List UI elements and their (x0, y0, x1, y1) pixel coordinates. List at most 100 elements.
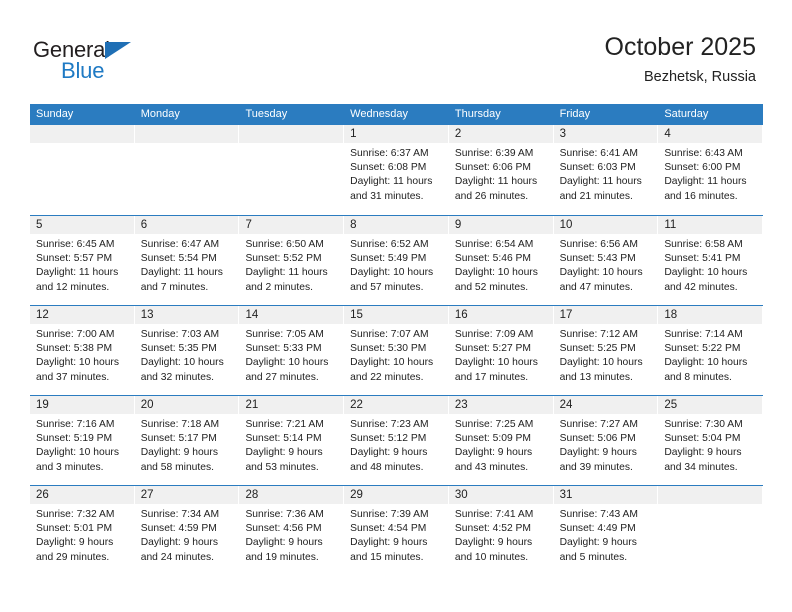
day-number: 2 (454, 128, 462, 140)
day-number: 10 (559, 219, 573, 231)
daylight-text-line1: Daylight: 11 hours (140, 267, 223, 279)
day-details: Sunrise: 6:52 AM Sunset: 5:49 PM Daylight:… (344, 234, 449, 295)
day-details: Sunrise: 7:00 AM Sunset: 5:38 PM Daylight:… (30, 324, 135, 385)
sunset-text: Sunset: 6:08 PM (350, 162, 427, 174)
daylight-text-line1: Daylight: 10 hours (559, 357, 643, 369)
day-cell[interactable]: 27 Sunrise: 7:34 AM Sunset: 4:59 PM Dayligh… (134, 486, 240, 575)
daylight-text-line2: and 52 minutes. (454, 281, 529, 293)
day-cell[interactable]: 21 Sunrise: 7:21 AM Sunset: 5:14 PM Dayligh… (239, 396, 345, 485)
day-number: 6 (140, 219, 148, 231)
day-cell[interactable]: 3 Sunrise: 6:41 AM Sunset: 6:03 PM Daylight… (553, 125, 659, 215)
day-number: 22 (350, 399, 363, 411)
day-number-band: 1 (344, 125, 448, 143)
day-number: 1 (350, 128, 357, 140)
page-title: October 2025 (604, 33, 757, 61)
daylight-text-line2: and 12 minutes. (36, 281, 110, 293)
sunset-text: Sunset: 6:06 PM (454, 162, 532, 174)
day-cell[interactable]: 5 Sunrise: 6:45 AM Sunset: 5:57 PM Daylight… (30, 216, 135, 305)
day-details: Sunrise: 7:12 AM Sunset: 5:25 PM Daylight:… (554, 324, 659, 385)
daylight-text-line1: Daylight: 11 hours (559, 176, 642, 188)
day-number: 19 (36, 399, 49, 411)
daylight-text-line2: and 22 minutes. (350, 371, 424, 383)
day-cell-empty (30, 125, 135, 215)
sunset-text: Sunset: 5:52 PM (245, 253, 322, 265)
daylight-text-line1: Daylight: 10 hours (36, 447, 119, 459)
day-number-band: 28 (239, 486, 344, 504)
day-cell[interactable]: 19 Sunrise: 7:16 AM Sunset: 5:19 PM Dayligh… (30, 396, 135, 485)
day-cell[interactable]: 29 Sunrise: 7:39 AM Sunset: 4:54 PM Dayligh… (344, 486, 449, 575)
day-number: 11 (664, 219, 677, 231)
day-cell[interactable]: 23 Sunrise: 7:25 AM Sunset: 5:09 PM Dayligh… (448, 396, 554, 485)
day-cell[interactable]: 15 Sunrise: 7:07 AM Sunset: 5:30 PM Dayligh… (344, 306, 449, 395)
day-cell[interactable]: 18 Sunrise: 7:14 AM Sunset: 5:22 PM Dayligh… (658, 306, 764, 395)
daylight-text-line2: and 42 minutes. (664, 281, 738, 293)
day-number: 25 (664, 399, 678, 411)
day-cell[interactable]: 25 Sunrise: 7:30 AM Sunset: 5:04 PM Dayligh… (658, 396, 764, 485)
day-cell[interactable]: 30 Sunrise: 7:41 AM Sunset: 4:52 PM Dayligh… (448, 486, 554, 575)
sunrise-text: Sunrise: 7:05 AM (245, 329, 324, 340)
day-cell[interactable]: 31 Sunrise: 7:43 AM Sunset: 4:49 PM Dayligh… (553, 486, 659, 575)
day-number-band: 31 (553, 486, 658, 504)
sunset-text: Sunset: 5:01 PM (36, 523, 113, 535)
daylight-text-line1: Daylight: 11 hours (664, 176, 747, 188)
daylight-text-line1: Daylight: 9 hours (559, 537, 637, 549)
daylight-text-line1: Daylight: 10 hours (454, 267, 538, 279)
day-number-band: 15 (344, 306, 448, 324)
day-cell[interactable]: 6 Sunrise: 6:47 AM Sunset: 5:54 PM Daylight… (134, 216, 240, 305)
day-cell[interactable]: 8 Sunrise: 6:52 AM Sunset: 5:49 PM Daylight… (344, 216, 449, 305)
day-details: Sunrise: 7:05 AM Sunset: 5:33 PM Daylight:… (239, 324, 344, 385)
general-blue-logo[interactable]: General Blue (33, 38, 153, 86)
day-cell[interactable]: 28 Sunrise: 7:36 AM Sunset: 4:56 PM Dayligh… (239, 486, 345, 575)
day-cell[interactable]: 22 Sunrise: 7:23 AM Sunset: 5:12 PM Dayligh… (344, 396, 449, 485)
day-cell[interactable]: 4 Sunrise: 6:43 AM Sunset: 6:00 PM Daylight… (658, 125, 764, 215)
sunrise-text: Sunrise: 6:58 AM (664, 239, 743, 250)
sunset-text: Sunset: 5:25 PM (559, 343, 636, 355)
day-cell[interactable]: 11 Sunrise: 6:58 AM Sunset: 5:41 PM Dayligh… (658, 216, 764, 305)
sunrise-text: Sunrise: 7:43 AM (559, 509, 639, 520)
day-cell[interactable]: 14 Sunrise: 7:05 AM Sunset: 5:33 PM Dayligh… (239, 306, 345, 395)
day-number-band: 10 (553, 216, 658, 234)
day-cell[interactable]: 2 Sunrise: 6:39 AM Sunset: 6:06 PM Daylight… (448, 125, 554, 215)
day-number: 8 (350, 219, 357, 231)
day-number: 27 (140, 489, 154, 501)
calendar-week-row: 26 Sunrise: 7:32 AM Sunset: 5:01 PM Dayligh… (30, 485, 764, 575)
day-cell[interactable]: 9 Sunrise: 6:54 AM Sunset: 5:46 PM Daylight… (448, 216, 554, 305)
sunrise-text: Sunrise: 7:03 AM (140, 329, 220, 340)
day-number-band: 7 (239, 216, 344, 234)
daylight-text-line2: and 31 minutes. (350, 190, 424, 202)
day-cell[interactable]: 1 Sunrise: 6:37 AM Sunset: 6:08 PM Daylight… (344, 125, 449, 215)
daylight-text-line1: Daylight: 11 hours (454, 176, 538, 188)
day-number-band: 19 (30, 396, 134, 414)
day-cell[interactable]: 16 Sunrise: 7:09 AM Sunset: 5:27 PM Dayligh… (448, 306, 554, 395)
day-number: 21 (245, 399, 259, 411)
day-cell[interactable]: 20 Sunrise: 7:18 AM Sunset: 5:17 PM Dayligh… (134, 396, 240, 485)
triangle-icon (105, 42, 131, 59)
daylight-text-line1: Daylight: 9 hours (245, 537, 323, 549)
daylight-text-line1: Daylight: 9 hours (454, 447, 533, 459)
daylight-text-line2: and 57 minutes. (350, 281, 424, 293)
day-cell[interactable]: 17 Sunrise: 7:12 AM Sunset: 5:25 PM Dayligh… (553, 306, 659, 395)
day-cell[interactable]: 7 Sunrise: 6:50 AM Sunset: 5:52 PM Daylight… (239, 216, 345, 305)
calendar-week-row: 1 Sunrise: 6:37 AM Sunset: 6:08 PM Daylight… (30, 125, 764, 215)
sunset-text: Sunset: 5:46 PM (454, 253, 532, 265)
day-cell[interactable]: 12 Sunrise: 7:00 AM Sunset: 5:38 PM Dayligh… (30, 306, 135, 395)
day-cell[interactable]: 10 Sunrise: 6:56 AM Sunset: 5:43 PM Dayligh… (553, 216, 659, 305)
daylight-text-line2: and 17 minutes. (454, 371, 529, 383)
daylight-text-line2: and 29 minutes. (36, 551, 110, 563)
daylight-text-line2: and 7 minutes. (140, 281, 209, 293)
sunrise-text: Sunrise: 7:09 AM (454, 329, 534, 340)
day-details: Sunrise: 7:03 AM Sunset: 5:35 PM Daylight:… (135, 324, 240, 385)
sunset-text: Sunset: 6:03 PM (559, 162, 636, 174)
day-cell[interactable]: 13 Sunrise: 7:03 AM Sunset: 5:35 PM Dayligh… (134, 306, 240, 395)
sunset-text: Sunset: 5:57 PM (36, 253, 113, 265)
daylight-text-line2: and 19 minutes. (245, 551, 319, 563)
day-cell[interactable]: 26 Sunrise: 7:32 AM Sunset: 5:01 PM Dayligh… (30, 486, 135, 575)
day-number-band: 11 (658, 216, 763, 234)
day-cell-empty (134, 125, 240, 215)
day-number: 5 (36, 219, 43, 231)
day-cell[interactable]: 24 Sunrise: 7:27 AM Sunset: 5:06 PM Dayligh… (553, 396, 659, 485)
daylight-text-line1: Daylight: 11 hours (350, 176, 433, 188)
day-number-band: 6 (134, 216, 239, 234)
sunset-text: Sunset: 5:04 PM (664, 433, 741, 445)
sunset-text: Sunset: 5:43 PM (559, 253, 636, 265)
